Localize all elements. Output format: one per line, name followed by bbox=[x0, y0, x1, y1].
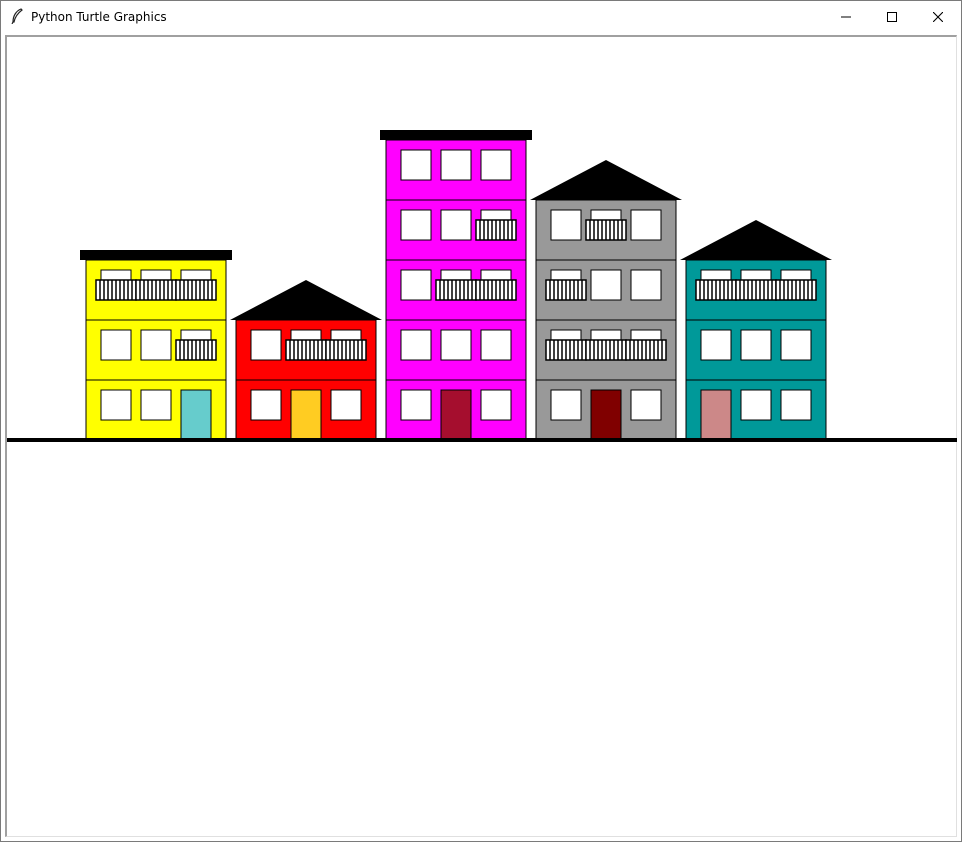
flat-roof bbox=[380, 130, 532, 140]
turtle-canvas[interactable] bbox=[5, 35, 957, 837]
window bbox=[400, 389, 432, 421]
scene-drawing bbox=[7, 130, 957, 442]
window bbox=[590, 269, 622, 301]
window bbox=[740, 329, 772, 361]
window bbox=[100, 329, 132, 361]
window bbox=[400, 269, 432, 301]
title-bar[interactable]: Python Turtle Graphics bbox=[1, 1, 961, 32]
door bbox=[700, 389, 732, 441]
door bbox=[440, 389, 472, 441]
window bbox=[630, 389, 662, 421]
flat-roof bbox=[80, 250, 232, 260]
window bbox=[140, 329, 172, 361]
ground-line bbox=[7, 438, 957, 442]
window bbox=[630, 209, 662, 241]
window bbox=[480, 389, 512, 421]
window bbox=[400, 209, 432, 241]
door bbox=[180, 389, 212, 441]
window bbox=[550, 209, 582, 241]
window bbox=[140, 389, 172, 421]
window bbox=[780, 329, 812, 361]
window bbox=[480, 149, 512, 181]
window bbox=[250, 329, 282, 361]
pitched-roof bbox=[230, 280, 382, 320]
window bbox=[550, 389, 582, 421]
window bbox=[700, 329, 732, 361]
feather-icon bbox=[11, 8, 23, 24]
window bbox=[440, 329, 472, 361]
window bbox=[780, 389, 812, 421]
door bbox=[290, 389, 322, 441]
window bbox=[740, 389, 772, 421]
window bbox=[100, 389, 132, 421]
turtle-window: Python Turtle Graphics bbox=[0, 0, 962, 842]
minimize-icon bbox=[841, 16, 851, 17]
window bbox=[480, 329, 512, 361]
pitched-roof bbox=[530, 160, 682, 200]
window-title: Python Turtle Graphics bbox=[31, 10, 167, 24]
window bbox=[440, 149, 472, 181]
maximize-icon bbox=[887, 11, 897, 22]
window bbox=[330, 389, 362, 421]
window bbox=[400, 329, 432, 361]
pitched-roof bbox=[680, 220, 832, 260]
close-button[interactable] bbox=[915, 1, 961, 32]
window bbox=[250, 389, 282, 421]
window bbox=[630, 269, 662, 301]
window bbox=[400, 149, 432, 181]
minimize-button[interactable] bbox=[823, 1, 869, 32]
close-icon bbox=[933, 11, 943, 22]
door bbox=[590, 389, 622, 441]
window bbox=[440, 209, 472, 241]
maximize-button[interactable] bbox=[869, 1, 915, 32]
